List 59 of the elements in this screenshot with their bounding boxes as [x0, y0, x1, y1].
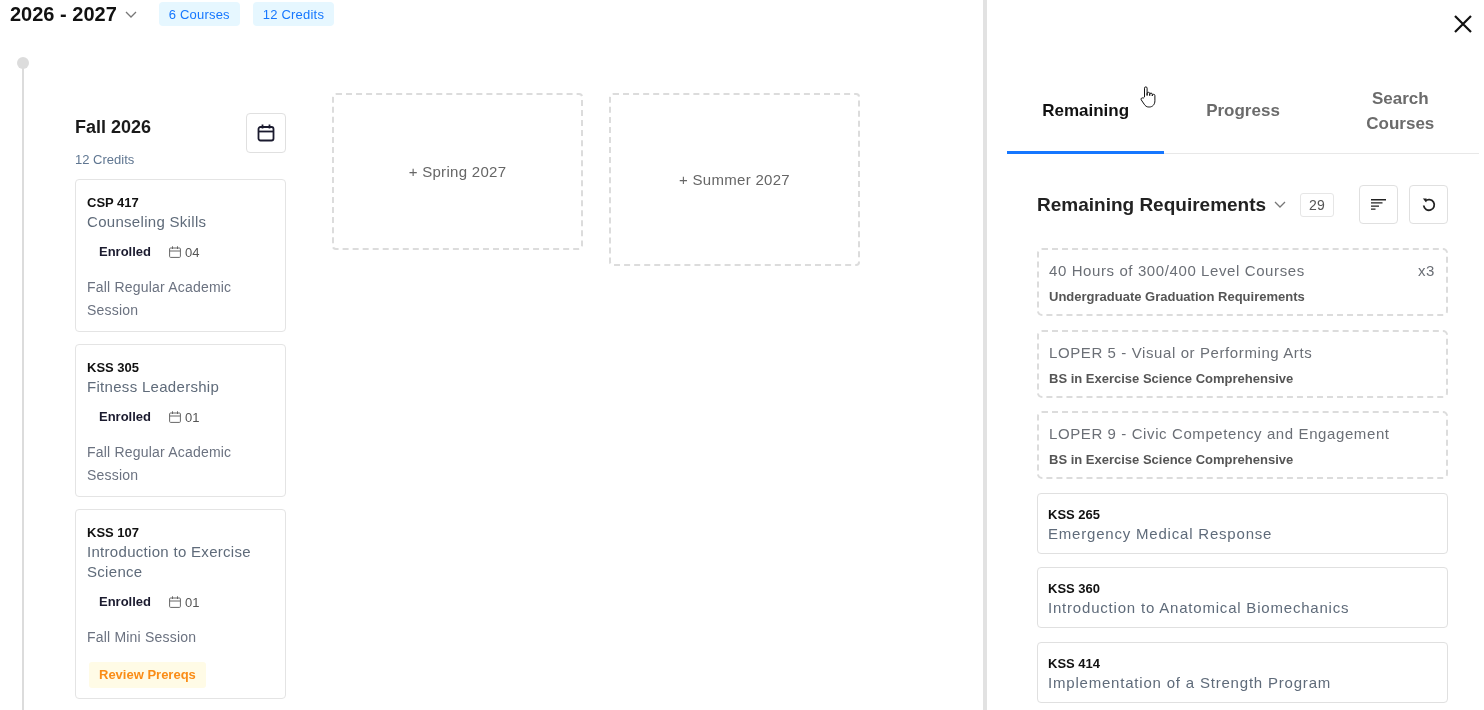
requirement-title: LOPER 5 - Visual or Performing Arts — [1049, 342, 1313, 363]
course-card[interactable]: KSS 360 Introduction to Anatomical Biomechanics — [1037, 567, 1448, 628]
course-card[interactable]: KSS 414 Implementation of a Strength Program — [1037, 641, 1448, 703]
requirement-source: Undergraduate Graduation Requirements — [1049, 288, 1305, 306]
course-card[interactable]: KSS 107 Introduction to Exercise Science Enrolled 01 Fall Mini Session Review Prereqs — [75, 509, 286, 699]
session-text: Fall Regular Academic Session — [87, 278, 233, 320]
session-text: Fall Mini Session — [87, 628, 197, 647]
requirement-title: 40 Hours of 300/400 Level Courses — [1049, 261, 1305, 281]
year-dropdown[interactable]: 2026 - 2027 — [10, 2, 137, 26]
term-title: Fall 2026 — [75, 116, 152, 139]
course-code: KSS 414 — [1048, 654, 1101, 673]
course-title: Emergency Medical Response — [1048, 523, 1273, 544]
reset-icon — [1421, 197, 1436, 212]
course-card[interactable]: KSS 265 Emergency Medical Response — [1037, 492, 1448, 554]
sort-button[interactable] — [1359, 185, 1398, 224]
add-term-button[interactable]: + Spring 2027 — [332, 93, 583, 250]
requirement-source: BS in Exercise Science Comprehensive — [1049, 451, 1294, 469]
course-title: Implementation of a Strength Program — [1048, 672, 1332, 693]
requirement-card[interactable]: LOPER 9 - Civic Competency and Engagement BS in Exercise Science Comprehensive — [1037, 411, 1448, 479]
calendar-icon — [169, 411, 181, 423]
requirements-dropdown[interactable]: Remaining Requirements — [1037, 193, 1287, 216]
course-title: Counseling Skills — [87, 212, 207, 232]
requirement-title: LOPER 9 - Civic Competency and Engagement — [1049, 424, 1390, 444]
hand-cursor-icon — [1140, 86, 1156, 108]
chevron-down-icon — [124, 10, 137, 18]
multiplier-text: x3 — [1417, 261, 1435, 281]
course-card[interactable]: CSP 417 Counseling Skills Enrolled 04 Fall Regular Academic Session — [75, 179, 286, 332]
count-badge: 12 Credits — [252, 2, 335, 26]
calendar-icon — [169, 596, 181, 608]
requirement-card[interactable]: 40 Hours of 300/400 Level Courses x3 Undergraduate Graduation Requirements — [1037, 248, 1448, 316]
tab[interactable]: Search Courses — [1321, 70, 1479, 154]
course-code: KSS 360 — [1048, 580, 1101, 598]
course-title: Fitness Leadership — [87, 377, 220, 397]
calendar-button[interactable] — [246, 113, 286, 153]
course-card[interactable]: KSS 305 Fitness Leadership Enrolled 01 Fall Regular Academic Session — [75, 344, 286, 497]
course-code: KSS 107 — [87, 524, 140, 542]
course-code: CSP 417 — [87, 194, 139, 212]
close-icon — [1454, 15, 1472, 33]
count-badge: 6 Courses — [158, 2, 240, 26]
requirement-card[interactable]: LOPER 5 - Visual or Performing Arts BS in Exercise Science Comprehensive — [1037, 329, 1448, 398]
chevron-down-icon — [1274, 201, 1287, 208]
warning-tag: Review Prereqs — [89, 661, 206, 688]
section-number: 04 — [185, 244, 200, 260]
section-number: 01 — [185, 409, 200, 425]
course-code: KSS 265 — [1048, 505, 1101, 524]
term-credits: 12 Credits — [75, 152, 135, 168]
section-number: 01 — [185, 594, 200, 610]
course-title: Introduction to Exercise Science — [87, 542, 252, 582]
requirement-source: BS in Exercise Science Comprehensive — [1049, 369, 1294, 388]
course-title: Introduction to Anatomical Biomechanics — [1048, 598, 1350, 618]
tab[interactable]: Progress — [1164, 70, 1322, 154]
add-term-button[interactable]: + Summer 2027 — [609, 93, 860, 266]
sort-icon — [1371, 199, 1386, 210]
calendar-icon — [257, 124, 275, 142]
reset-button[interactable] — [1409, 185, 1448, 224]
course-code: KSS 305 — [87, 359, 140, 377]
session-text: Fall Regular Academic Session — [87, 443, 233, 485]
count-badge: 29 — [1300, 192, 1334, 217]
calendar-icon — [169, 246, 181, 258]
